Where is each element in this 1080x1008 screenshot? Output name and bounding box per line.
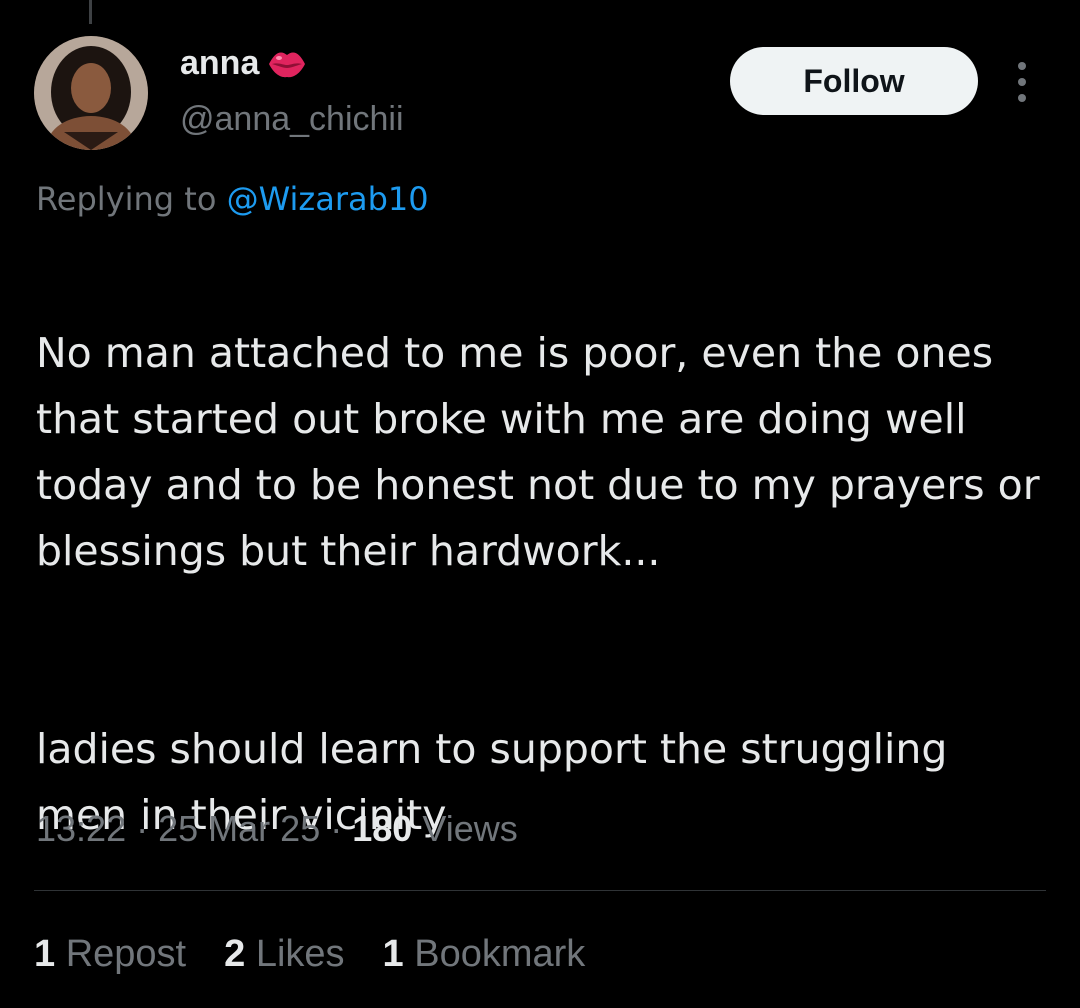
- meta-separator: ·: [136, 808, 149, 849]
- bookmarks-label: Bookmark: [414, 933, 586, 975]
- likes-label: Likes: [255, 933, 345, 975]
- tweet-meta: 13:22 · 25 Mar 25 · 180 Views: [36, 808, 518, 850]
- likes-count: 2: [224, 933, 246, 975]
- display-name-text: anna: [180, 44, 260, 82]
- bookmarks-stat[interactable]: 1 Bookmark: [383, 933, 586, 976]
- thread-connector-line: [89, 0, 92, 24]
- tweet-time[interactable]: 13:22: [36, 808, 126, 849]
- avatar[interactable]: [34, 36, 148, 150]
- bookmarks-count: 1: [382, 933, 404, 975]
- likes-stat[interactable]: 2 Likes: [224, 933, 344, 976]
- reply-context-prefix: Replying to: [36, 180, 217, 218]
- views-count: 180: [352, 808, 413, 849]
- views-label: Views: [422, 808, 518, 849]
- reply-mention-link[interactable]: @Wizarab10: [227, 180, 429, 218]
- reposts-label: Repost: [65, 933, 187, 975]
- tweet-paragraph: No man attached to me is poor, even the …: [36, 329, 1040, 575]
- author-display-name[interactable]: anna: [180, 44, 307, 83]
- reposts-count: 1: [34, 933, 56, 975]
- more-dot: [1018, 62, 1026, 70]
- avatar-photo: [34, 36, 148, 150]
- tweet-date[interactable]: 25 Mar 25: [158, 808, 320, 849]
- more-dot: [1018, 78, 1026, 86]
- lips-icon: [267, 46, 307, 82]
- divider: [34, 890, 1046, 891]
- reply-context: Replying to @Wizarab10: [36, 180, 429, 218]
- more-vertical-icon[interactable]: [1010, 62, 1034, 102]
- follow-button[interactable]: Follow: [730, 47, 978, 115]
- meta-separator: ·: [330, 808, 343, 849]
- author-handle[interactable]: @anna_chichii: [180, 100, 404, 139]
- more-dot: [1018, 94, 1026, 102]
- engagement-stats: 1 Repost 2 Likes 1 Bookmark: [34, 933, 585, 976]
- reposts-stat[interactable]: 1 Repost: [34, 933, 186, 976]
